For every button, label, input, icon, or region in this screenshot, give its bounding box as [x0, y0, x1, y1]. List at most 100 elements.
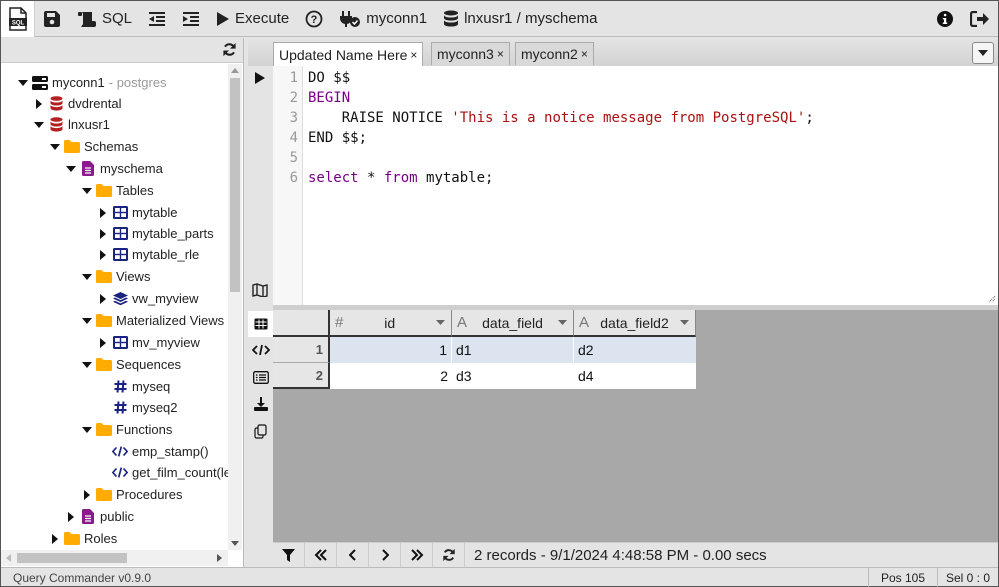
expand-toggle[interactable] — [81, 426, 93, 433]
scroll-left-icon[interactable] — [6, 554, 11, 562]
tree-node[interactable]: mytable_rle — [97, 244, 199, 265]
scroll-down-icon[interactable] — [231, 541, 239, 546]
database-button[interactable]: lnxusr1 / myschema — [435, 1, 605, 37]
column-menu-icon[interactable] — [680, 320, 689, 325]
tree-node[interactable]: myconn1- postgres — [17, 72, 167, 93]
tree-node[interactable]: Views — [81, 266, 150, 287]
expand-toggle[interactable] — [65, 165, 77, 172]
expand-toggle[interactable] — [81, 361, 93, 368]
code-line[interactable]: BEGIN — [308, 90, 350, 106]
tab-close-button[interactable]: × — [497, 47, 504, 61]
first-page-button[interactable] — [305, 542, 337, 568]
column-header-data-field[interactable]: A data_field — [452, 310, 574, 337]
expand-toggle[interactable] — [33, 121, 45, 128]
tab-myconn2[interactable]: myconn2 × — [515, 42, 594, 65]
connection-button[interactable]: myconn1 — [331, 1, 435, 37]
refresh-tree-button[interactable] — [222, 42, 237, 60]
tree-node[interactable]: Materialized Views — [81, 310, 224, 331]
column-header-id[interactable]: # id — [330, 310, 452, 337]
scroll-up-icon[interactable] — [231, 68, 239, 73]
sql-editor[interactable]: 1 2 3 4 5 6 DO $$ BEGIN RAISE NOTICE 'This is … — [273, 66, 998, 305]
expand-toggle[interactable] — [97, 293, 109, 304]
expand-toggle[interactable] — [97, 207, 109, 218]
sql-button[interactable]: SQL — [69, 1, 140, 37]
info-button[interactable] — [928, 1, 962, 37]
cell-id[interactable]: 1 — [330, 337, 452, 363]
expand-toggle[interactable] — [17, 79, 29, 86]
filter-button[interactable] — [273, 542, 305, 568]
cell-data-field2[interactable]: d2 — [574, 337, 696, 363]
text-view-button[interactable] — [248, 364, 273, 390]
refresh-results-button[interactable] — [433, 542, 465, 568]
tree-node[interactable]: emp_stamp() — [97, 441, 209, 462]
expand-toggle[interactable] — [65, 511, 77, 522]
tree-node[interactable]: Tables — [81, 180, 154, 201]
expand-toggle[interactable] — [81, 273, 93, 280]
outdent-button[interactable] — [140, 1, 174, 37]
cell-data-field2[interactable]: d4 — [574, 363, 696, 389]
cell-id[interactable]: 2 — [330, 363, 452, 389]
next-page-button[interactable] — [369, 542, 401, 568]
tree-node[interactable]: Procedures — [81, 484, 182, 505]
tree-node[interactable]: myseq — [97, 376, 170, 397]
tab-updated-name-here[interactable]: Updated Name Here × — [273, 42, 424, 66]
code-line[interactable]: select * from mytable; — [308, 170, 493, 186]
tree-node[interactable]: myschema — [65, 158, 163, 179]
scrollbar-thumb[interactable] — [17, 553, 127, 563]
code-view-button[interactable] — [248, 337, 273, 363]
expand-toggle[interactable] — [49, 143, 61, 150]
download-button[interactable] — [248, 391, 273, 417]
help-button[interactable]: ? — [297, 1, 331, 37]
code-line[interactable]: RAISE NOTICE 'This is a notice message f… — [308, 110, 814, 126]
expand-toggle[interactable] — [97, 337, 109, 348]
row-number[interactable]: 1 — [273, 337, 330, 363]
tab-menu-button[interactable] — [972, 42, 994, 64]
tree-node[interactable]: Sequences — [81, 354, 181, 375]
last-page-button[interactable] — [401, 542, 433, 568]
tab-close-button[interactable]: × — [410, 48, 417, 62]
scrollbar-thumb[interactable] — [230, 78, 240, 292]
tree-horizontal-scrollbar[interactable] — [1, 550, 228, 566]
tree-node[interactable]: Schemas — [49, 136, 138, 157]
tree-vertical-scrollbar[interactable] — [228, 64, 242, 550]
copy-button[interactable] — [248, 418, 273, 444]
save-button[interactable] — [35, 1, 69, 37]
tree-node[interactable]: mytable_parts — [97, 223, 214, 244]
minimap-button[interactable] — [252, 283, 268, 300]
expand-toggle[interactable] — [97, 249, 109, 260]
expand-toggle[interactable] — [81, 489, 93, 500]
cell-data-field[interactable]: d3 — [452, 363, 574, 389]
logout-button[interactable] — [962, 1, 998, 37]
row-number[interactable]: 2 — [273, 363, 330, 389]
scroll-right-icon[interactable] — [217, 554, 222, 562]
tree-node[interactable]: public — [65, 506, 134, 527]
grid-view-button[interactable] — [248, 311, 273, 337]
expand-toggle[interactable] — [81, 187, 93, 194]
run-statement-button[interactable] — [254, 71, 266, 88]
tree-node[interactable]: get_film_count(le — [97, 462, 228, 483]
tab-close-button[interactable]: × — [581, 47, 588, 61]
resize-grip-icon[interactable] — [988, 295, 996, 303]
tree-node[interactable]: Roles — [49, 528, 117, 549]
expand-toggle[interactable] — [49, 533, 61, 544]
cell-data-field[interactable]: d1 — [452, 337, 574, 363]
code-line[interactable]: DO $$ — [308, 70, 350, 86]
expand-toggle[interactable] — [33, 98, 45, 109]
execute-button[interactable]: Execute — [208, 1, 297, 37]
tree-node[interactable]: dvdrental — [33, 93, 121, 114]
column-header-data-field2[interactable]: A data_field2 — [574, 310, 696, 337]
code-line[interactable]: END $$; — [308, 130, 367, 146]
column-menu-icon[interactable] — [558, 320, 567, 325]
tab-myconn3[interactable]: myconn3 × — [431, 42, 510, 65]
expand-toggle[interactable] — [81, 317, 93, 324]
expand-toggle[interactable] — [97, 228, 109, 239]
tree-node[interactable]: Functions — [81, 419, 172, 440]
column-menu-icon[interactable] — [436, 320, 445, 325]
tree-node[interactable]: mytable — [97, 202, 178, 223]
tree-node[interactable]: lnxusr1 — [33, 114, 110, 135]
tree-node[interactable]: myseq2 — [97, 397, 178, 418]
tree-node[interactable]: vw_myview — [97, 288, 198, 309]
previous-page-button[interactable] — [337, 542, 369, 568]
indent-button[interactable] — [174, 1, 208, 37]
tree-node[interactable]: mv_myview — [97, 332, 200, 353]
